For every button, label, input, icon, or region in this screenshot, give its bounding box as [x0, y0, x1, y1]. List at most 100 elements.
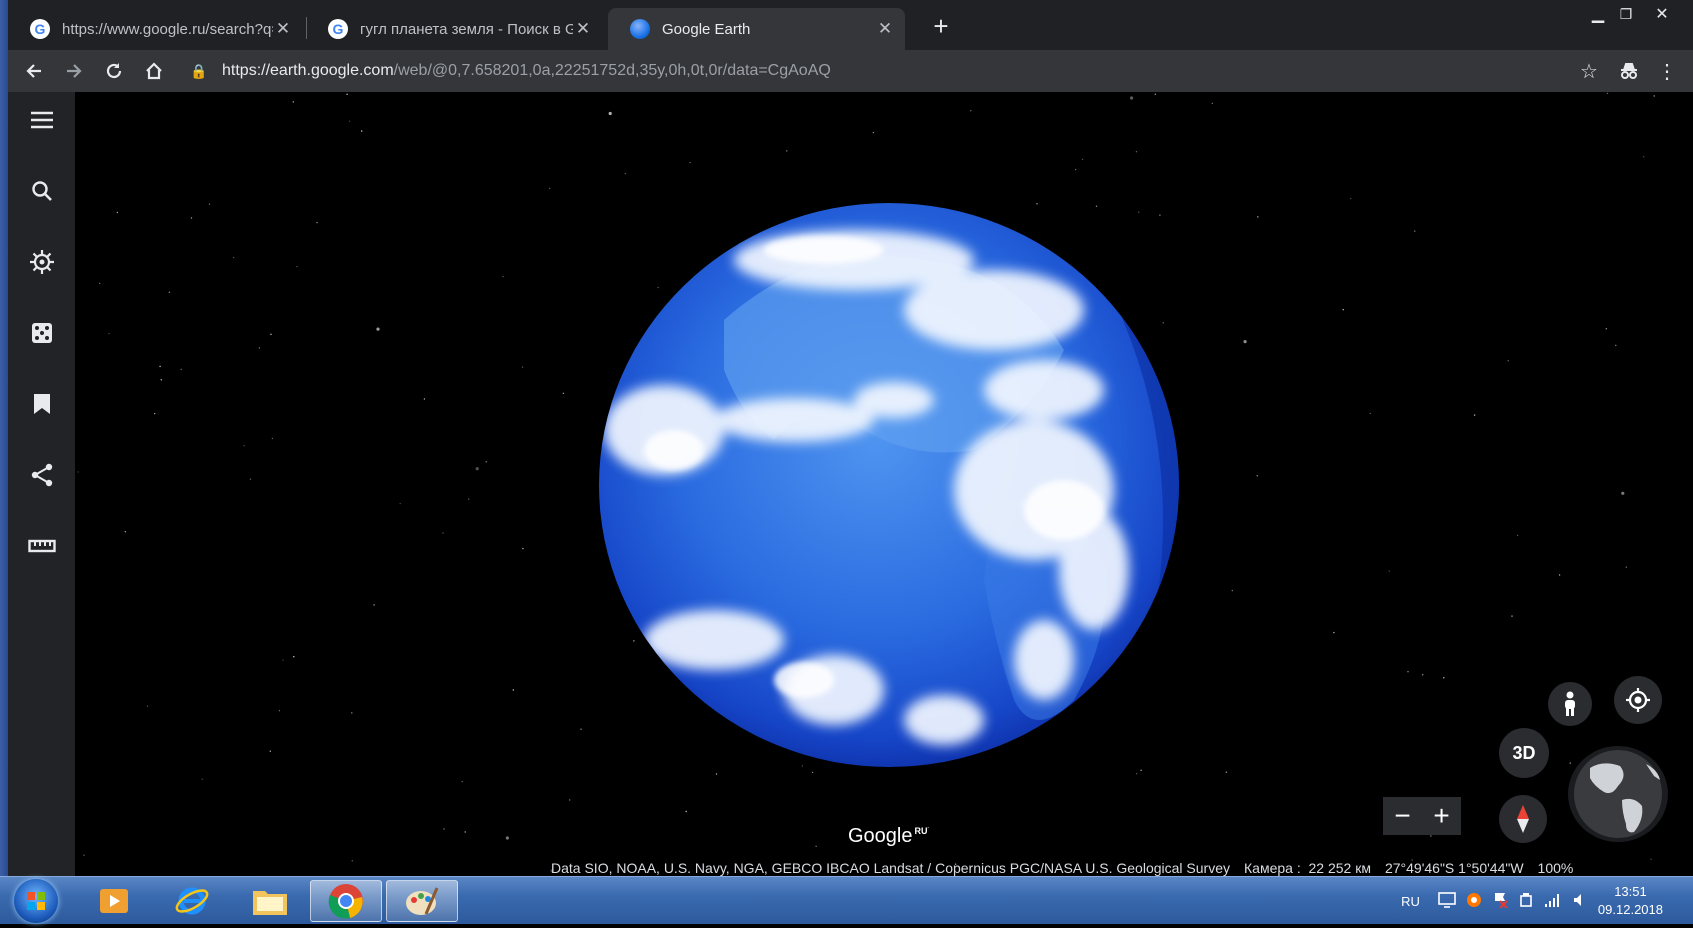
star	[685, 810, 687, 813]
earth-globe[interactable]	[594, 200, 1184, 770]
address-bar[interactable]: 🔒 https://earth.google.com/web/@0,7.6582…	[190, 54, 1593, 88]
star	[562, 392, 565, 394]
star	[1211, 102, 1214, 105]
zoom-in-button[interactable]: +	[1433, 800, 1449, 832]
incognito-icon[interactable]	[1609, 53, 1649, 89]
share-icon	[31, 463, 52, 487]
star	[512, 689, 514, 691]
google-g-icon: G	[328, 19, 348, 39]
star	[168, 291, 171, 293]
view-mode-toggle[interactable]: 3D	[1499, 728, 1549, 778]
tab-google-earth[interactable]: Google Earth ✕	[608, 8, 905, 50]
reload-button[interactable]	[94, 53, 134, 89]
feeling-lucky-button[interactable]	[8, 305, 75, 361]
taskbar-media-player[interactable]	[78, 880, 150, 922]
windows-logo-icon	[27, 892, 45, 910]
star	[1653, 95, 1655, 97]
star	[443, 828, 445, 830]
arrow-right-icon	[67, 64, 82, 78]
google-earth-view[interactable]: 3D − + Google RU Data SIO, NOAA, U.S. Nav…	[8, 92, 1693, 876]
street-view-pegman-button[interactable]	[1548, 682, 1592, 726]
star	[1081, 158, 1084, 161]
voyager-button[interactable]	[8, 234, 75, 290]
star	[1342, 309, 1344, 311]
star	[348, 120, 351, 122]
chrome-icon	[328, 884, 363, 919]
taskbar-file-explorer[interactable]	[234, 880, 306, 922]
star	[160, 379, 162, 381]
measure-button[interactable]	[8, 518, 75, 574]
taskbar-paint[interactable]	[386, 880, 458, 922]
tab-strip: G https://www.google.ru/search?q= ✕ G гу…	[8, 0, 1693, 50]
clock[interactable]: 13:51 09.12.2018	[1598, 883, 1663, 919]
star	[1516, 534, 1519, 537]
clock-date: 09.12.2018	[1597, 902, 1663, 917]
bookmark-star-icon[interactable]: ☆	[1569, 53, 1609, 89]
mini-globe-overview[interactable]	[1568, 746, 1668, 842]
star	[1256, 475, 1258, 477]
share-button[interactable]	[8, 447, 75, 503]
close-tab-icon[interactable]: ✕	[875, 19, 895, 39]
forward-button[interactable]	[54, 53, 94, 89]
network-signal-icon[interactable]	[1544, 892, 1562, 911]
star	[270, 333, 272, 335]
home-button[interactable]	[134, 53, 174, 89]
action-center-icon[interactable]	[1438, 891, 1456, 911]
back-button[interactable]	[14, 53, 54, 89]
star	[521, 366, 524, 368]
flag-alert-icon[interactable]	[1492, 892, 1508, 911]
star	[549, 187, 551, 190]
star	[159, 365, 161, 368]
star	[811, 771, 814, 774]
zoom-out-button[interactable]: −	[1394, 800, 1410, 832]
ruler-icon	[27, 539, 56, 553]
star	[269, 750, 271, 752]
close-tab-icon[interactable]: ✕	[573, 19, 593, 39]
logo-text: Google	[848, 825, 913, 847]
tab-google-search[interactable]: G https://www.google.ru/search?q= ✕	[8, 8, 303, 50]
projects-button[interactable]	[8, 376, 75, 432]
menu-button[interactable]	[8, 92, 75, 148]
minimize-icon[interactable]: ▁	[1583, 4, 1613, 24]
taskbar-internet-explorer[interactable]	[156, 880, 228, 922]
clock-time: 13:51	[1614, 884, 1647, 899]
star	[346, 93, 348, 95]
star	[1643, 156, 1645, 158]
star	[1135, 151, 1138, 153]
usb-device-icon[interactable]	[1518, 892, 1534, 911]
star	[361, 130, 363, 132]
start-button[interactable]	[14, 879, 58, 923]
zoom-controls: − +	[1383, 797, 1461, 835]
system-tray: RU 13:51 09.12.2018	[1401, 877, 1693, 925]
new-tab-button[interactable]: +	[928, 13, 954, 40]
status-bar: Data SIO, NOAA, U.S. Navy, NGA, GEBCO IB…	[551, 860, 1693, 876]
volume-icon[interactable]	[1572, 892, 1588, 911]
star	[376, 327, 380, 331]
star	[468, 498, 470, 500]
star	[258, 347, 261, 349]
camera-label: Камера :	[1244, 860, 1301, 876]
my-location-button[interactable]	[1614, 676, 1662, 724]
windows-taskbar: RU 13:51 09.12.2018	[0, 876, 1693, 924]
mini-globe-icon	[1574, 750, 1662, 838]
attribution-text[interactable]: Data SIO, NOAA, U.S. Navy, NGA, GEBCO IB…	[551, 860, 1230, 876]
kebab-menu-icon[interactable]: ⋮	[1647, 53, 1687, 89]
avast-icon[interactable]	[1466, 892, 1482, 911]
star	[569, 799, 571, 801]
language-indicator[interactable]: RU	[1401, 894, 1420, 909]
close-window-icon[interactable]: ✕	[1647, 4, 1677, 24]
star	[146, 705, 149, 707]
compass-button[interactable]	[1499, 795, 1547, 843]
taskbar-chrome[interactable]	[310, 880, 382, 922]
paint-icon	[406, 887, 439, 915]
star	[1333, 631, 1335, 634]
search-button[interactable]	[8, 163, 75, 219]
restore-icon[interactable]: ❐	[1611, 6, 1641, 23]
camera-altitude: 22 252 км	[1308, 860, 1371, 876]
camera-info: Камера : 22 252 км	[1244, 860, 1371, 876]
url-host: https://earth.google.com	[222, 62, 394, 79]
star	[1625, 566, 1628, 568]
close-tab-icon[interactable]: ✕	[273, 19, 293, 39]
star	[208, 203, 211, 205]
tab-search-results[interactable]: G гугл планета земля - Поиск в Go ✕	[306, 8, 603, 50]
